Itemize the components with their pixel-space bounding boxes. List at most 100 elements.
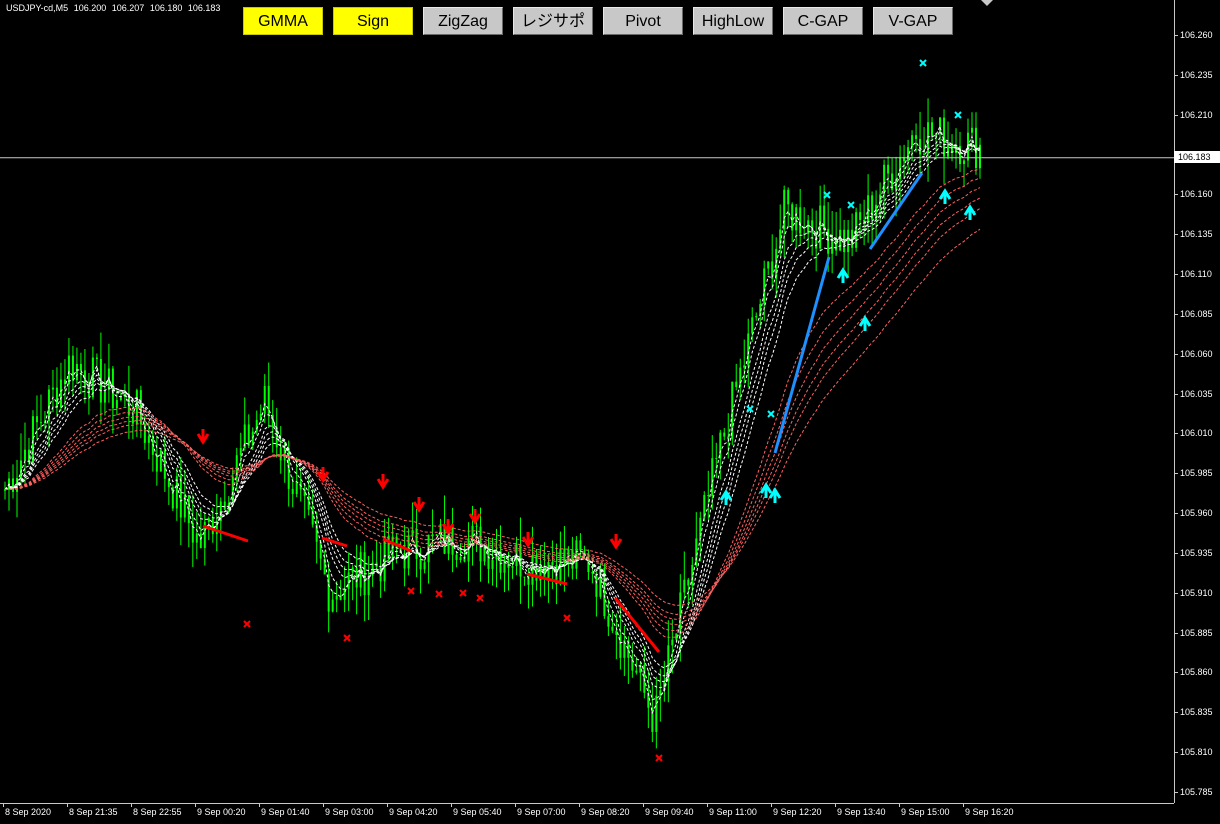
candle-body [279, 447, 282, 461]
candle-body [111, 368, 114, 409]
price-tick-label: 106.110 [1180, 269, 1212, 280]
candle-body [719, 432, 722, 459]
exit-cross-icon [919, 59, 927, 67]
candle-body [199, 533, 202, 548]
candle-body [631, 657, 634, 671]
candle-body [751, 317, 754, 334]
v-gap-button[interactable]: V-GAP [873, 7, 953, 35]
exit-cross-icon [435, 590, 443, 598]
candle-body [159, 450, 162, 472]
candle-body [747, 333, 750, 366]
exit-cross-icon [459, 589, 467, 597]
symbol-info: USDJPY-cd,M5 106.200 106.207 106.180 106… [6, 3, 223, 13]
trend-line [202, 524, 249, 543]
price-axis[interactable] [1174, 0, 1220, 803]
price-tick-label: 105.785 [1180, 787, 1213, 797]
candle-body [11, 478, 14, 492]
candle-body [911, 135, 914, 148]
sell-arrow-icon [412, 497, 426, 513]
symbol-name: USDJPY-cd,M5 [6, 3, 69, 13]
resist-support-button[interactable]: レジサポ [513, 7, 593, 35]
buy-arrow-icon [719, 489, 733, 505]
pivot-button[interactable]: Pivot [603, 7, 683, 35]
chart-shift-marker[interactable] [981, 0, 993, 6]
candle-body [715, 458, 718, 460]
time-tick-label: 9 Sep 12:20 [773, 807, 822, 817]
candle-body [919, 138, 922, 155]
candle-body [147, 436, 150, 443]
c-gap-button[interactable]: C-GAP [783, 7, 863, 35]
symbol-high: 106.207 [111, 3, 145, 13]
price-tick-mark [1174, 672, 1178, 674]
time-tick-label: 9 Sep 00:20 [197, 807, 246, 817]
price-tick-mark [1174, 473, 1178, 475]
gmma-button[interactable]: GMMA [243, 7, 323, 35]
candle-body [971, 127, 974, 133]
candle-body [291, 488, 294, 495]
price-tick-mark [1174, 592, 1178, 594]
highlow-button[interactable]: HighLow [693, 7, 773, 35]
price-tick-mark [1174, 234, 1178, 236]
time-tick-mark [323, 803, 324, 807]
buy-arrow-icon [938, 188, 952, 204]
sell-arrow-icon [609, 534, 623, 550]
zigzag-button[interactable]: ZigZag [423, 7, 503, 35]
candle-body [775, 248, 778, 279]
candle-body [615, 630, 618, 635]
candle-body [103, 390, 106, 403]
candle-body [855, 212, 858, 248]
candle-body [847, 229, 850, 253]
buy-arrow-icon [836, 267, 850, 283]
chart-area[interactable] [0, 0, 1174, 803]
candle-body [683, 579, 686, 593]
price-tick-mark [1174, 712, 1178, 714]
time-tick-label: 8 Sep 2020 [5, 807, 52, 817]
price-tick-mark [1174, 792, 1178, 793]
trend-line [773, 256, 831, 454]
candle-body [155, 454, 158, 472]
time-tick-mark [515, 803, 516, 807]
candle-body [31, 416, 34, 463]
candle-body [295, 482, 298, 495]
candle-body [883, 164, 886, 195]
time-tick-mark [259, 803, 260, 807]
sign-button[interactable]: Sign [333, 7, 413, 35]
exit-cross-icon [767, 410, 775, 418]
price-chart[interactable] [0, 0, 1174, 803]
candle-body [511, 566, 514, 568]
candle-body [23, 449, 26, 461]
price-tick-label: 106.260 [1180, 30, 1213, 40]
exit-cross-icon [476, 594, 484, 602]
price-tick-label: 105.935 [1180, 547, 1213, 558]
candle-body [195, 533, 198, 543]
time-tick-mark [195, 803, 196, 807]
price-tick-label: 105.860 [1180, 667, 1213, 678]
price-tick-label: 105.810 [1180, 747, 1213, 758]
candle-body [207, 518, 210, 523]
candle-body [939, 117, 942, 134]
time-tick-mark [3, 803, 4, 807]
sell-arrow-icon [468, 509, 482, 525]
time-tick-mark [451, 803, 452, 807]
candle-body [575, 540, 578, 569]
price-tick-label: 106.135 [1180, 229, 1213, 240]
fast-ema-line [4, 147, 981, 669]
time-tick-label: 9 Sep 08:20 [581, 807, 630, 817]
candle-body [475, 525, 478, 527]
price-tick-mark [1174, 114, 1178, 116]
candle-body [39, 422, 42, 424]
candle-body [403, 553, 406, 569]
symbol-close: 106.183 [187, 3, 221, 13]
candle-body [635, 670, 638, 673]
candle-body [79, 363, 82, 371]
price-tick-mark [1174, 433, 1178, 435]
trend-line [321, 536, 348, 548]
candle-body [887, 164, 890, 174]
candle-body [947, 143, 950, 157]
exit-cross-icon [563, 614, 571, 622]
candle-body [423, 562, 426, 570]
candle-body [83, 370, 86, 389]
current-price-label: 106.183 [1174, 151, 1220, 163]
time-tick-mark [131, 803, 132, 807]
time-tick-label: 9 Sep 03:00 [325, 807, 374, 817]
